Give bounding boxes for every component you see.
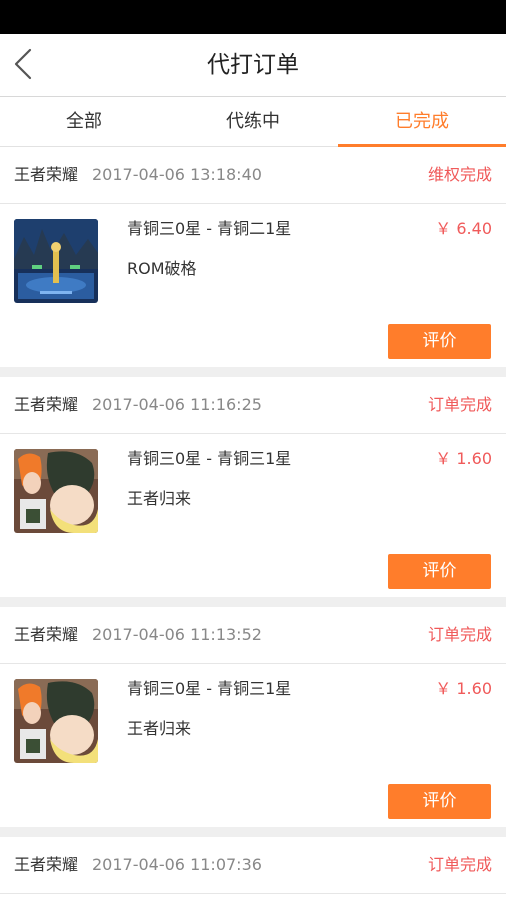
game-name: 王者荣耀 <box>14 625 79 644</box>
order-subtitle: 王者归来 <box>127 719 192 738</box>
tab-all[interactable]: 全部 <box>0 97 168 146</box>
rank-range: 青铜三0星 - 青铜三1星 <box>127 449 292 468</box>
game-name: 王者荣耀 <box>14 855 79 874</box>
order-status: 订单完成 <box>427 395 492 414</box>
order-separator <box>0 597 506 607</box>
anime-character-thumbnail[interactable] <box>14 679 98 763</box>
chevron-left-icon <box>14 48 32 80</box>
order-status: 订单完成 <box>427 855 492 874</box>
status-bar <box>0 0 506 34</box>
rank-range: 青铜三0星 - 青铜二1星 <box>127 219 292 238</box>
order-header: 王者荣耀 2017-04-06 13:18:40 维权完成 <box>0 147 506 204</box>
review-button[interactable]: 评价 <box>388 554 491 589</box>
order-price: ￥ 1.60 <box>435 679 492 698</box>
order-time: 2017-04-06 11:13:52 <box>92 625 262 644</box>
order-subtitle: ROM破格 <box>127 259 197 278</box>
order-time: 2017-04-06 11:16:25 <box>92 395 262 414</box>
order-subtitle: 王者归来 <box>127 489 192 508</box>
order-header: 王者荣耀 2017-04-06 11:07:36 订单完成 <box>0 837 506 894</box>
order-header: 王者荣耀 2017-04-06 11:16:25 订单完成 <box>0 377 506 434</box>
order-card: 王者荣耀 2017-04-06 11:07:36 订单完成 <box>0 837 506 917</box>
game-scene-thumbnail[interactable] <box>14 219 98 303</box>
tab-in-progress[interactable]: 代练中 <box>169 97 337 146</box>
page-title: 代打订单 <box>207 52 299 78</box>
back-button[interactable] <box>8 44 48 84</box>
tab-bar: 全部 代练中 已完成 <box>0 97 506 147</box>
order-card: 王者荣耀 2017-04-06 11:13:52 订单完成 青铜三0星 - 青铜… <box>0 607 506 827</box>
order-card: 王者荣耀 2017-04-06 11:16:25 订单完成 青铜三0星 - 青铜… <box>0 377 506 597</box>
game-name: 王者荣耀 <box>14 395 79 414</box>
order-header: 王者荣耀 2017-04-06 11:13:52 订单完成 <box>0 607 506 664</box>
review-button[interactable]: 评价 <box>388 324 491 359</box>
order-time: 2017-04-06 11:07:36 <box>92 855 262 874</box>
tab-completed[interactable]: 已完成 <box>338 97 506 146</box>
order-separator <box>0 827 506 837</box>
order-list: 王者荣耀 2017-04-06 13:18:40 维权完成 青铜三0星 - 青铜… <box>0 147 506 917</box>
order-status: 订单完成 <box>427 625 492 644</box>
rank-range: 青铜三0星 - 青铜三1星 <box>127 679 292 698</box>
order-status: 维权完成 <box>427 165 492 184</box>
review-button[interactable]: 评价 <box>388 784 491 819</box>
nav-bar: 代打订单 <box>0 34 506 97</box>
order-price: ￥ 1.60 <box>435 449 492 468</box>
order-card: 王者荣耀 2017-04-06 13:18:40 维权完成 青铜三0星 - 青铜… <box>0 147 506 367</box>
order-time: 2017-04-06 13:18:40 <box>92 165 262 184</box>
game-name: 王者荣耀 <box>14 165 79 184</box>
anime-character-thumbnail[interactable] <box>14 449 98 533</box>
order-price: ￥ 6.40 <box>435 219 492 238</box>
order-separator <box>0 367 506 377</box>
